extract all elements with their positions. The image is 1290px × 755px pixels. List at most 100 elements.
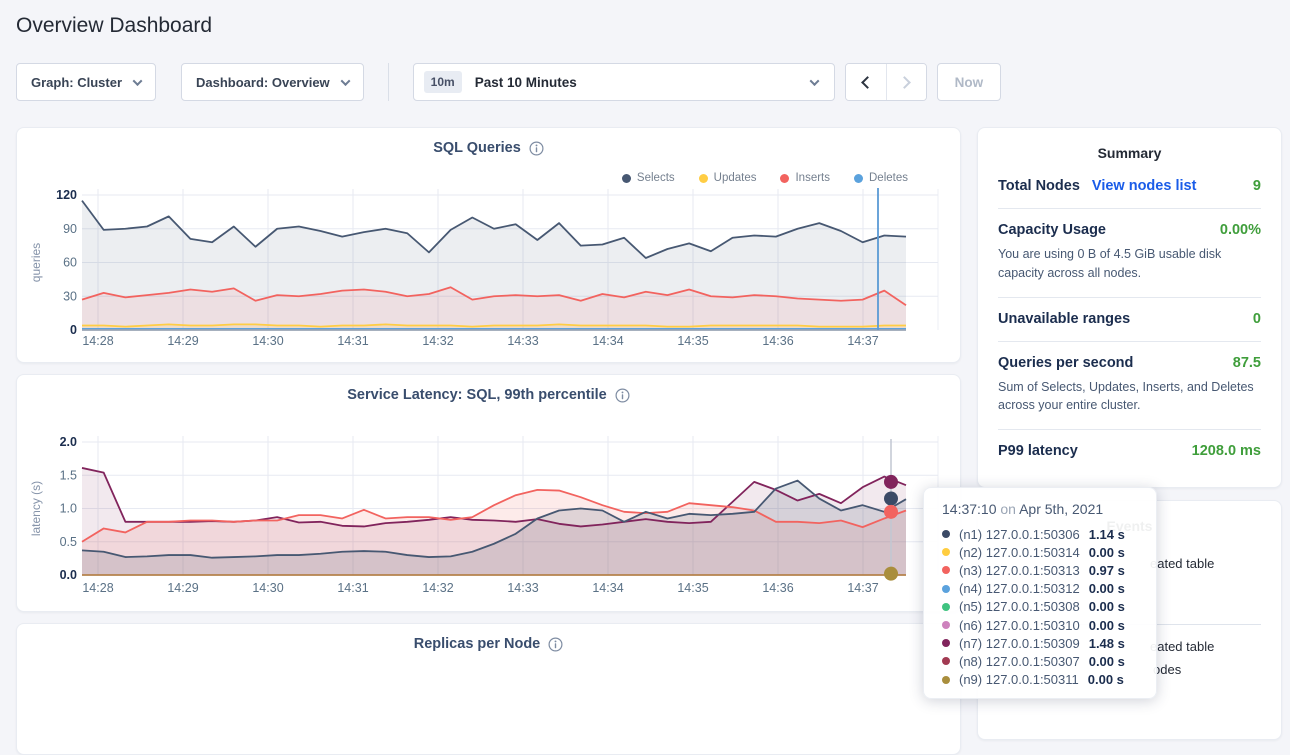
tooltip-node-address: (n5) 127.0.0.1:50308	[959, 599, 1080, 614]
tooltip-timestamp: 14:37:10 on Apr 5th, 2021	[942, 501, 1156, 517]
chevron-down-icon	[340, 76, 350, 86]
legend-label: Updates	[714, 172, 757, 184]
node-color-dot-icon	[942, 530, 950, 538]
svg-text:14:28: 14:28	[82, 334, 113, 348]
summary-title: Summary	[998, 145, 1261, 161]
svg-text:14:37: 14:37	[847, 581, 878, 595]
svg-text:latency (s): latency (s)	[29, 481, 43, 536]
replicas-per-node-title: Replicas per Node	[17, 636, 960, 652]
now-button[interactable]: Now	[937, 63, 1002, 101]
summary-description: Sum of Selects, Updates, Inserts, and De…	[998, 378, 1261, 416]
time-back-button[interactable]	[846, 64, 886, 100]
sql-queries-title: SQL Queries	[17, 140, 960, 156]
chevron-down-icon	[809, 76, 819, 86]
svg-text:14:35: 14:35	[677, 581, 708, 595]
node-color-dot-icon	[942, 621, 950, 629]
legend-item-updates[interactable]: Updates	[699, 172, 757, 184]
svg-text:14:36: 14:36	[762, 581, 793, 595]
legend-item-selects[interactable]: Selects	[622, 172, 675, 184]
dashboard-dropdown[interactable]: Dashboard: Overview	[181, 63, 364, 101]
time-range-dropdown[interactable]: 10m Past 10 Minutes	[413, 63, 835, 101]
svg-text:1.5: 1.5	[60, 468, 77, 482]
summary-label: Total Nodes	[998, 178, 1080, 194]
summary-panel: Summary Total NodesView nodes list9Capac…	[977, 127, 1282, 488]
svg-text:queries: queries	[29, 243, 43, 282]
page-title: Overview Dashboard	[16, 14, 1290, 38]
tooltip-node-value: 0.00 s	[1089, 545, 1125, 560]
tooltip-node-value: 1.48 s	[1089, 636, 1125, 651]
toolbar-divider	[388, 63, 389, 101]
legend-dot-icon	[780, 174, 789, 183]
tooltip-node-value: 0.97 s	[1089, 563, 1125, 578]
svg-text:90: 90	[63, 222, 77, 236]
tooltip-node-address: (n8) 127.0.0.1:50307	[959, 654, 1080, 669]
chart-title-text: SQL Queries	[433, 140, 521, 156]
legend-label: Deletes	[869, 172, 908, 184]
svg-text:14:29: 14:29	[167, 581, 198, 595]
tooltip-node-value: 0.00 s	[1089, 654, 1125, 669]
svg-text:14:31: 14:31	[337, 334, 368, 348]
tooltip-node-row: (n2) 127.0.0.1:503140.00 s	[942, 543, 1156, 561]
tooltip-node-row: (n7) 127.0.0.1:503091.48 s	[942, 634, 1156, 652]
view-nodes-list-link[interactable]: View nodes list	[1092, 178, 1197, 194]
svg-text:60: 60	[63, 256, 77, 270]
svg-text:0: 0	[70, 323, 77, 337]
info-icon[interactable]	[529, 141, 544, 156]
node-color-dot-icon	[942, 676, 950, 684]
legend-label: Selects	[637, 172, 675, 184]
chart-title-text: Service Latency: SQL, 99th percentile	[347, 387, 607, 403]
summary-description: You are using 0 B of 4.5 GiB usable disk…	[998, 245, 1261, 283]
summary-label: Queries per second	[998, 355, 1133, 371]
svg-text:14:30: 14:30	[252, 581, 283, 595]
event-text-fragment: eated table	[1150, 556, 1214, 571]
tooltip-node-row: (n8) 127.0.0.1:50307 0.00 s	[942, 652, 1156, 670]
event-text-fragment: odes	[1153, 662, 1181, 677]
tooltip-node-row: (n4) 127.0.0.1:503120.00 s	[942, 580, 1156, 598]
sql-queries-chart[interactable]: 14:2814:2914:3014:3114:3214:3314:3414:35…	[17, 184, 962, 360]
graph-dropdown-label: Graph: Cluster	[31, 75, 122, 90]
tooltip-node-row: (n1) 127.0.0.1:503061.14 s	[942, 525, 1156, 543]
time-nav-group	[845, 63, 927, 101]
svg-text:14:28: 14:28	[82, 581, 113, 595]
node-color-dot-icon	[942, 585, 950, 593]
svg-text:30: 30	[63, 289, 77, 303]
legend-dot-icon	[699, 174, 708, 183]
tooltip-node-address: (n1) 127.0.0.1:50306	[959, 527, 1080, 542]
tooltip-node-address: (n9) 127.0.0.1:50311	[959, 672, 1079, 687]
service-latency-chart[interactable]: 14:2814:2914:3014:3114:3214:3314:3414:35…	[17, 431, 962, 607]
event-text-fragment: eated table	[1150, 639, 1214, 654]
sql-queries-panel: SQL Queries Selects Updates Inserts Deletes…	[16, 127, 961, 363]
tooltip-node-row: (n3) 127.0.0.1:503130.97 s	[942, 561, 1156, 579]
time-range-badge: 10m	[424, 71, 462, 93]
node-color-dot-icon	[942, 566, 950, 574]
tooltip-node-row: (n5) 127.0.0.1:503080.00 s	[942, 598, 1156, 616]
service-latency-panel: Service Latency: SQL, 99th percentile 14…	[16, 374, 961, 612]
tooltip-node-value: 0.00 s	[1088, 672, 1124, 687]
graph-dropdown[interactable]: Graph: Cluster	[16, 63, 156, 101]
tooltip-node-value: 0.00 s	[1089, 618, 1125, 633]
svg-text:14:36: 14:36	[762, 334, 793, 348]
chevron-down-icon	[133, 76, 143, 86]
tooltip-node-address: (n6) 127.0.0.1:50310	[959, 618, 1080, 633]
node-color-dot-icon	[942, 657, 950, 665]
legend-item-deletes[interactable]: Deletes	[854, 172, 908, 184]
info-icon[interactable]	[548, 637, 563, 652]
svg-text:14:37: 14:37	[847, 334, 878, 348]
svg-text:14:30: 14:30	[252, 334, 283, 348]
svg-text:1.0: 1.0	[60, 502, 77, 516]
summary-value: 0	[1253, 311, 1261, 327]
svg-text:0.5: 0.5	[60, 535, 77, 549]
legend-label: Inserts	[795, 172, 830, 184]
time-forward-button[interactable]	[886, 64, 926, 100]
summary-label: P99 latency	[998, 443, 1078, 459]
chevron-left-icon	[861, 76, 874, 89]
summary-value: 1208.0 ms	[1192, 443, 1261, 459]
legend-item-inserts[interactable]: Inserts	[780, 172, 830, 184]
summary-rows: Total NodesView nodes list9Capacity Usag…	[998, 165, 1261, 473]
summary-value: 9	[1253, 178, 1261, 194]
svg-text:0.0: 0.0	[60, 568, 77, 582]
legend-dot-icon	[622, 174, 631, 183]
svg-text:14:34: 14:34	[592, 334, 623, 348]
info-icon[interactable]	[615, 388, 630, 403]
node-color-dot-icon	[942, 548, 950, 556]
